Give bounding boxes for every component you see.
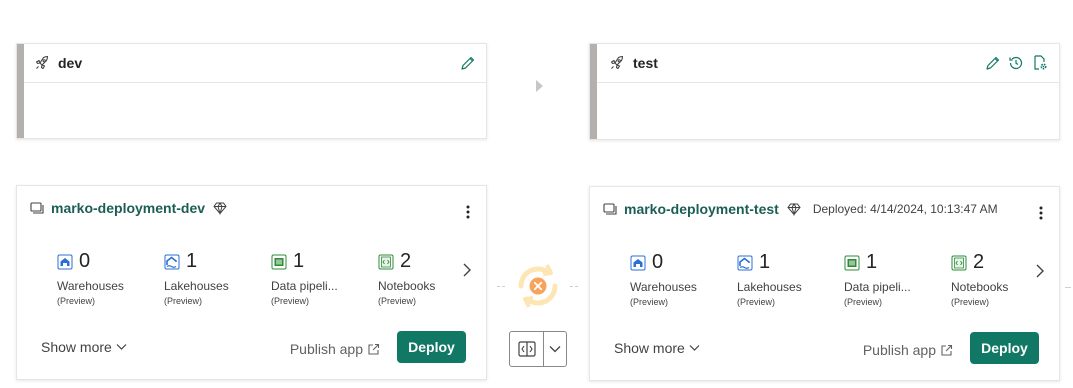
stat-sublabel: (Preview): [271, 296, 310, 306]
stat-count: 2: [973, 251, 985, 273]
item-stats: 0 Warehouses (Preview) 1 Lakehouses (Pre…: [57, 250, 485, 306]
publish-app-link[interactable]: Publish app: [290, 341, 380, 357]
stage-name: dev: [58, 55, 83, 71]
rocket-icon: [34, 55, 50, 71]
deployed-timestamp: Deployed: 4/14/2024, 10:13:47 AM: [812, 202, 998, 216]
history-icon[interactable]: [1005, 52, 1027, 74]
stat-count: 0: [79, 250, 91, 272]
warehouse-icon: [57, 254, 73, 270]
stage-card-dev: dev: [16, 43, 487, 139]
more-options-icon[interactable]: [1033, 203, 1049, 223]
sync-error-icon[interactable]: [507, 255, 569, 317]
stat-lakehouses[interactable]: 1 Lakehouses (Preview): [164, 250, 271, 306]
show-more-button[interactable]: Show more: [41, 339, 127, 355]
workspace-name[interactable]: marko-deployment-dev: [51, 200, 205, 216]
stat-label: Warehouses: [630, 280, 697, 294]
connector-line-right: [570, 286, 578, 288]
premium-diamond-icon: [787, 202, 801, 216]
chevron-right-icon[interactable]: [1035, 263, 1045, 284]
publish-app-label: Publish app: [862, 342, 936, 358]
stage-accent-bar: [17, 44, 24, 138]
stat-sublabel: (Preview): [951, 297, 990, 307]
pipeline-icon: [271, 254, 287, 270]
stat-label: Warehouses: [57, 279, 124, 293]
stat-data-pipelines[interactable]: 1 Data pipeli... (Preview): [844, 251, 951, 307]
rocket-icon: [609, 55, 625, 71]
stat-count: 2: [400, 250, 412, 272]
stat-sublabel: (Preview): [844, 297, 883, 307]
chevron-down-icon: [689, 344, 700, 352]
stat-count: 1: [759, 251, 771, 273]
stat-warehouses[interactable]: 0 Warehouses (Preview): [57, 250, 164, 306]
external-link-icon: [940, 344, 953, 357]
stat-sublabel: (Preview): [630, 297, 669, 307]
lakehouse-icon: [737, 255, 753, 271]
settings-doc-icon[interactable]: [1029, 52, 1051, 74]
workspace-card-test: marko-deployment-test Deployed: 4/14/202…: [589, 186, 1060, 381]
stat-data-pipelines[interactable]: 1 Data pipeli... (Preview): [271, 250, 378, 306]
more-options-icon[interactable]: [460, 202, 476, 222]
deploy-button[interactable]: Deploy: [397, 331, 466, 363]
compare-split-button: [509, 331, 567, 367]
pencil-icon[interactable]: [456, 52, 478, 74]
chevron-down-icon[interactable]: [544, 332, 566, 366]
notebook-icon: [951, 255, 967, 271]
premium-diamond-icon: [213, 201, 227, 215]
stat-count: 1: [866, 251, 878, 273]
show-more-label: Show more: [614, 340, 685, 356]
stage-card-test: test: [589, 43, 1060, 140]
stat-label: Lakehouses: [164, 279, 229, 293]
stage-accent-bar: [590, 44, 597, 139]
lakehouse-icon: [164, 254, 180, 270]
stat-sublabel: (Preview): [57, 296, 96, 306]
stat-label: Data pipeli...: [844, 280, 911, 294]
connector-line-far-right: [1065, 287, 1071, 289]
stat-sublabel: (Preview): [378, 296, 417, 306]
stage-arrow-icon: [535, 79, 545, 98]
chevron-down-icon: [116, 343, 127, 351]
deploy-button[interactable]: Deploy: [970, 332, 1039, 364]
connector-line-left: [497, 286, 505, 288]
stage-header: test: [597, 44, 1059, 83]
pipeline-icon: [844, 255, 860, 271]
warehouse-icon: [630, 255, 646, 271]
chevron-right-icon[interactable]: [462, 262, 472, 283]
publish-app-link[interactable]: Publish app: [863, 342, 953, 358]
publish-app-label: Publish app: [289, 341, 363, 357]
workspace-icon: [29, 200, 45, 216]
stat-count: 1: [293, 250, 305, 272]
stat-warehouses[interactable]: 0 Warehouses (Preview): [630, 251, 737, 307]
notebook-icon: [378, 254, 394, 270]
stat-sublabel: (Preview): [164, 296, 203, 306]
show-more-button[interactable]: Show more: [614, 340, 700, 356]
show-more-label: Show more: [41, 339, 112, 355]
stat-label: Data pipeli...: [271, 279, 338, 293]
stage-header: dev: [24, 44, 486, 83]
workspace-card-dev: marko-deployment-dev 0 Warehouses (Previ…: [16, 185, 487, 380]
item-stats: 0 Warehouses (Preview) 1 Lakehouses (Pre…: [630, 251, 1058, 307]
stat-lakehouses[interactable]: 1 Lakehouses (Preview): [737, 251, 844, 307]
stat-label: Lakehouses: [737, 280, 802, 294]
workspace-icon: [602, 201, 618, 217]
external-link-icon: [367, 343, 380, 356]
stat-sublabel: (Preview): [737, 297, 776, 307]
stage-name: test: [633, 55, 658, 71]
pencil-icon[interactable]: [981, 52, 1003, 74]
stat-count: 0: [652, 251, 664, 273]
compare-icon[interactable]: [510, 332, 544, 366]
stat-count: 1: [186, 250, 198, 272]
workspace-name[interactable]: marko-deployment-test: [624, 201, 779, 217]
